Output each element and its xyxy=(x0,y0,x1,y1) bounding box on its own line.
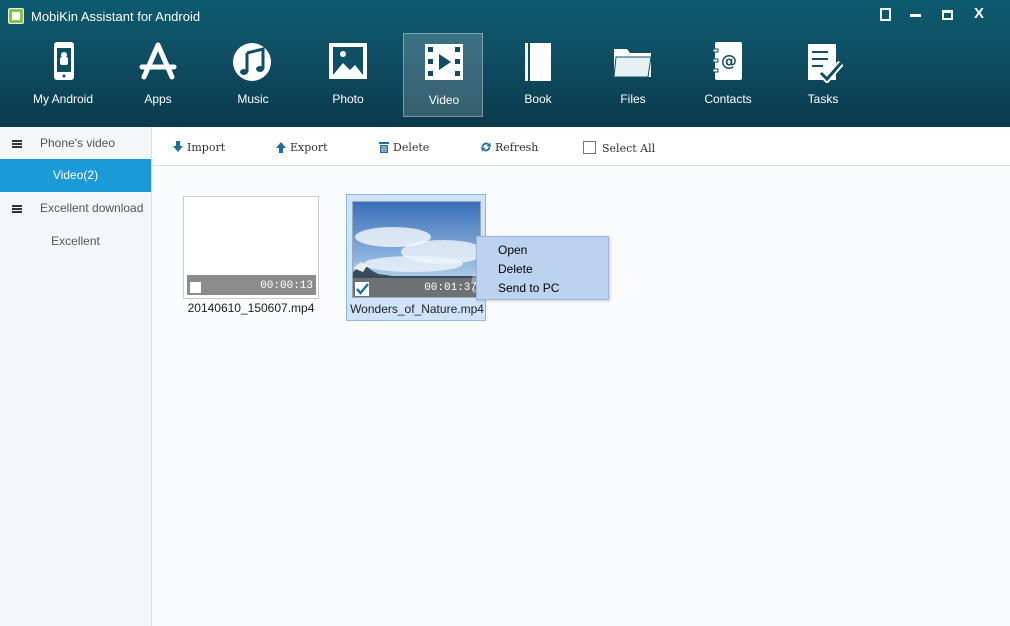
nav-label: Contacts xyxy=(704,92,752,106)
contacts-book-icon: @ xyxy=(712,42,742,80)
sidebar-item-label: Excellent download xyxy=(40,201,144,215)
video-item-selected[interactable]: 00:01:37 Wonders_of_Nature.mp4 xyxy=(346,194,486,321)
sidebar-item-label: Excellent xyxy=(51,234,100,248)
arrow-up-icon xyxy=(276,142,286,153)
film-icon xyxy=(425,44,463,80)
refresh-icon xyxy=(481,142,491,152)
video-filename: Wonders_of_Nature.mp4 xyxy=(350,302,484,316)
nav-contacts[interactable]: @ Contacts xyxy=(688,33,768,117)
import-label: Import xyxy=(187,141,226,154)
book-icon xyxy=(525,43,551,81)
sidebar: Phone's video Video(2) Excellent downloa… xyxy=(0,127,152,626)
arrow-down-icon xyxy=(173,141,183,152)
folder-icon xyxy=(613,49,652,78)
music-note-icon xyxy=(233,43,271,81)
nav-book[interactable]: Book xyxy=(498,33,578,117)
minimize-icon xyxy=(909,14,921,17)
context-menu-open[interactable]: Open xyxy=(498,243,527,257)
context-menu-send-to-pc[interactable]: Send to PC xyxy=(498,281,559,295)
export-button[interactable]: Export xyxy=(275,139,328,155)
context-menu-delete[interactable]: Delete xyxy=(498,262,533,276)
delete-label: Delete xyxy=(393,141,430,154)
checklist-icon xyxy=(808,44,843,83)
nav-label: Music xyxy=(237,92,269,106)
close-button[interactable]: X xyxy=(966,4,992,24)
export-label: Export xyxy=(290,141,328,154)
phone-android-icon xyxy=(54,42,74,80)
sidebar-item-excellent[interactable]: Excellent xyxy=(0,225,151,258)
maximize-button[interactable] xyxy=(934,4,960,24)
app-title: MobiKin Assistant for Android xyxy=(31,9,201,24)
nav-label: My Android xyxy=(32,92,94,106)
thumbnail-info-bar: 00:00:13 xyxy=(187,275,316,295)
title-bar[interactable]: MobiKin Assistant for Android X xyxy=(0,0,1010,32)
nav-label: Book xyxy=(524,92,552,106)
video-item[interactable]: 00:00:13 20140610_150607.mp4 xyxy=(183,196,320,320)
app-logo-icon xyxy=(8,8,24,24)
svg-text:@: @ xyxy=(721,51,737,70)
trash-icon xyxy=(379,142,389,153)
thumbnail-info-bar: 00:01:37 xyxy=(353,278,480,297)
sidebar-item-label: Phone's video xyxy=(40,136,116,150)
video-filename: 20140610_150607.mp4 xyxy=(187,301,315,315)
nav-files[interactable]: Files xyxy=(593,33,673,117)
app-header: MobiKin Assistant for Android X My Andro… xyxy=(0,0,1010,127)
checkmark-icon[interactable] xyxy=(355,282,369,296)
context-menu: Open Delete Send to PC xyxy=(476,236,609,300)
sidebar-item-excellent-download[interactable]: Excellent download xyxy=(0,192,151,225)
delete-button[interactable]: Delete xyxy=(378,139,429,155)
list-icon xyxy=(12,205,22,213)
feedback-icon xyxy=(879,8,891,21)
video-duration: 00:00:13 xyxy=(260,280,313,292)
select-all-label: Select All xyxy=(602,142,656,155)
sidebar-item-phones-video[interactable]: Phone's video xyxy=(0,127,151,160)
nav-label: Files xyxy=(620,92,646,106)
feedback-button[interactable] xyxy=(872,4,898,24)
video-thumbnail: 00:00:13 xyxy=(183,196,319,299)
nav-music[interactable]: Music xyxy=(213,33,293,117)
nav-label: Photo xyxy=(332,92,364,106)
minimize-button[interactable] xyxy=(902,4,928,24)
nav-label: Tasks xyxy=(807,92,839,106)
nav-photo[interactable]: Photo xyxy=(308,33,388,117)
refresh-label: Refresh xyxy=(495,141,539,154)
nav-label: Video xyxy=(428,93,460,107)
import-button[interactable]: Import xyxy=(172,139,225,155)
select-all-toggle[interactable]: Select All xyxy=(583,139,655,155)
main-nav: My Android Apps Music Photo Video Book F… xyxy=(0,33,1010,119)
refresh-button[interactable]: Refresh xyxy=(480,139,538,155)
sidebar-item-video[interactable]: Video(2) xyxy=(0,159,151,192)
toolbar: Import Export Delete Refresh Select All xyxy=(152,127,1010,166)
photo-icon xyxy=(329,43,367,79)
video-checkbox[interactable] xyxy=(189,281,202,294)
video-thumbnail: 00:01:37 xyxy=(352,201,481,298)
sidebar-item-label: Video(2) xyxy=(52,168,99,182)
app-store-icon xyxy=(139,42,177,80)
select-all-checkbox[interactable] xyxy=(583,141,596,154)
nav-tasks[interactable]: Tasks xyxy=(783,33,863,117)
list-icon xyxy=(12,140,22,148)
nav-video[interactable]: Video xyxy=(403,33,483,117)
nav-apps[interactable]: Apps xyxy=(118,33,198,117)
maximize-icon xyxy=(941,10,953,20)
nav-label: Apps xyxy=(144,92,172,106)
nav-my-android[interactable]: My Android xyxy=(23,33,103,117)
